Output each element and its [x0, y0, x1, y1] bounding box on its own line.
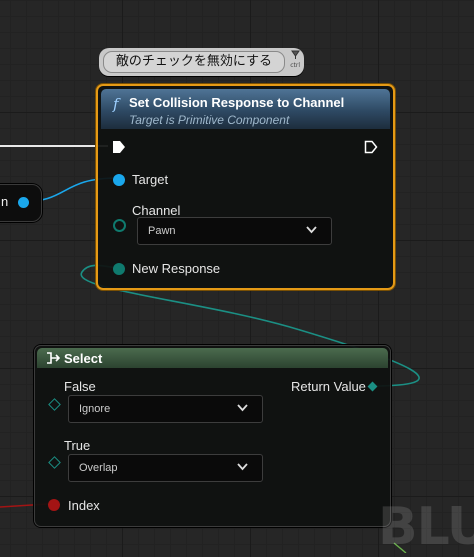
channel-enum-pin-icon[interactable]	[113, 219, 126, 232]
set-collision-response-node[interactable]: f Set Collision Response to Channel Targ…	[96, 84, 395, 290]
exec-in-pin-icon[interactable]	[112, 140, 126, 154]
channel-dropdown[interactable]: Pawn	[137, 217, 332, 245]
new-response-label: New Response	[132, 261, 221, 276]
index-bool-pin-icon[interactable]	[48, 499, 60, 511]
channel-value: Pawn	[148, 225, 176, 237]
comment-controls: ctrl	[290, 62, 300, 69]
target-label: Target	[132, 172, 169, 187]
exec-out-pin-icon[interactable]	[364, 140, 378, 154]
watermark-text: BLU	[378, 497, 474, 557]
true-wildcard-pin-icon[interactable]	[48, 456, 61, 469]
return-value-pin-icon[interactable]	[367, 381, 378, 392]
index-label: Index	[68, 498, 100, 513]
chevron-down-icon	[237, 463, 248, 471]
channel-label: Channel	[132, 203, 181, 218]
comment-text[interactable]: 敵のチェックを無効にする	[103, 51, 285, 73]
chevron-down-icon	[306, 226, 317, 234]
new-response-enum-pin-icon[interactable]	[113, 263, 125, 275]
chevron-down-icon	[237, 404, 248, 412]
return-value-label: Return Value	[291, 379, 366, 394]
node-subtitle: Target is Primitive Component	[129, 113, 290, 127]
partial-node-label: n	[1, 194, 9, 209]
true-label: True	[64, 438, 91, 453]
select-icon	[47, 352, 60, 364]
false-wildcard-pin-icon[interactable]	[48, 398, 61, 411]
false-value: Ignore	[79, 403, 111, 415]
false-label: False	[64, 379, 96, 394]
node-header: Select	[37, 348, 388, 368]
comment-bubble[interactable]: 敵のチェックを無効にする ctrl	[99, 48, 304, 76]
function-icon: f	[113, 95, 119, 113]
select-node[interactable]: Select False Ignore Return Value True Ov…	[34, 345, 391, 527]
node-header: f Set Collision Response to Channel Targ…	[101, 89, 390, 129]
false-value-dropdown[interactable]: Ignore	[68, 395, 263, 423]
node-title: Select	[64, 351, 103, 366]
node-title: Set Collision Response to Channel	[129, 95, 345, 110]
pin-icon[interactable]	[291, 50, 300, 59]
partial-node[interactable]: n	[0, 184, 42, 222]
object-pin-icon[interactable]	[18, 197, 29, 208]
true-value: Overlap	[79, 462, 118, 474]
target-object-pin-icon[interactable]	[113, 174, 125, 186]
true-value-dropdown[interactable]: Overlap	[68, 454, 263, 482]
